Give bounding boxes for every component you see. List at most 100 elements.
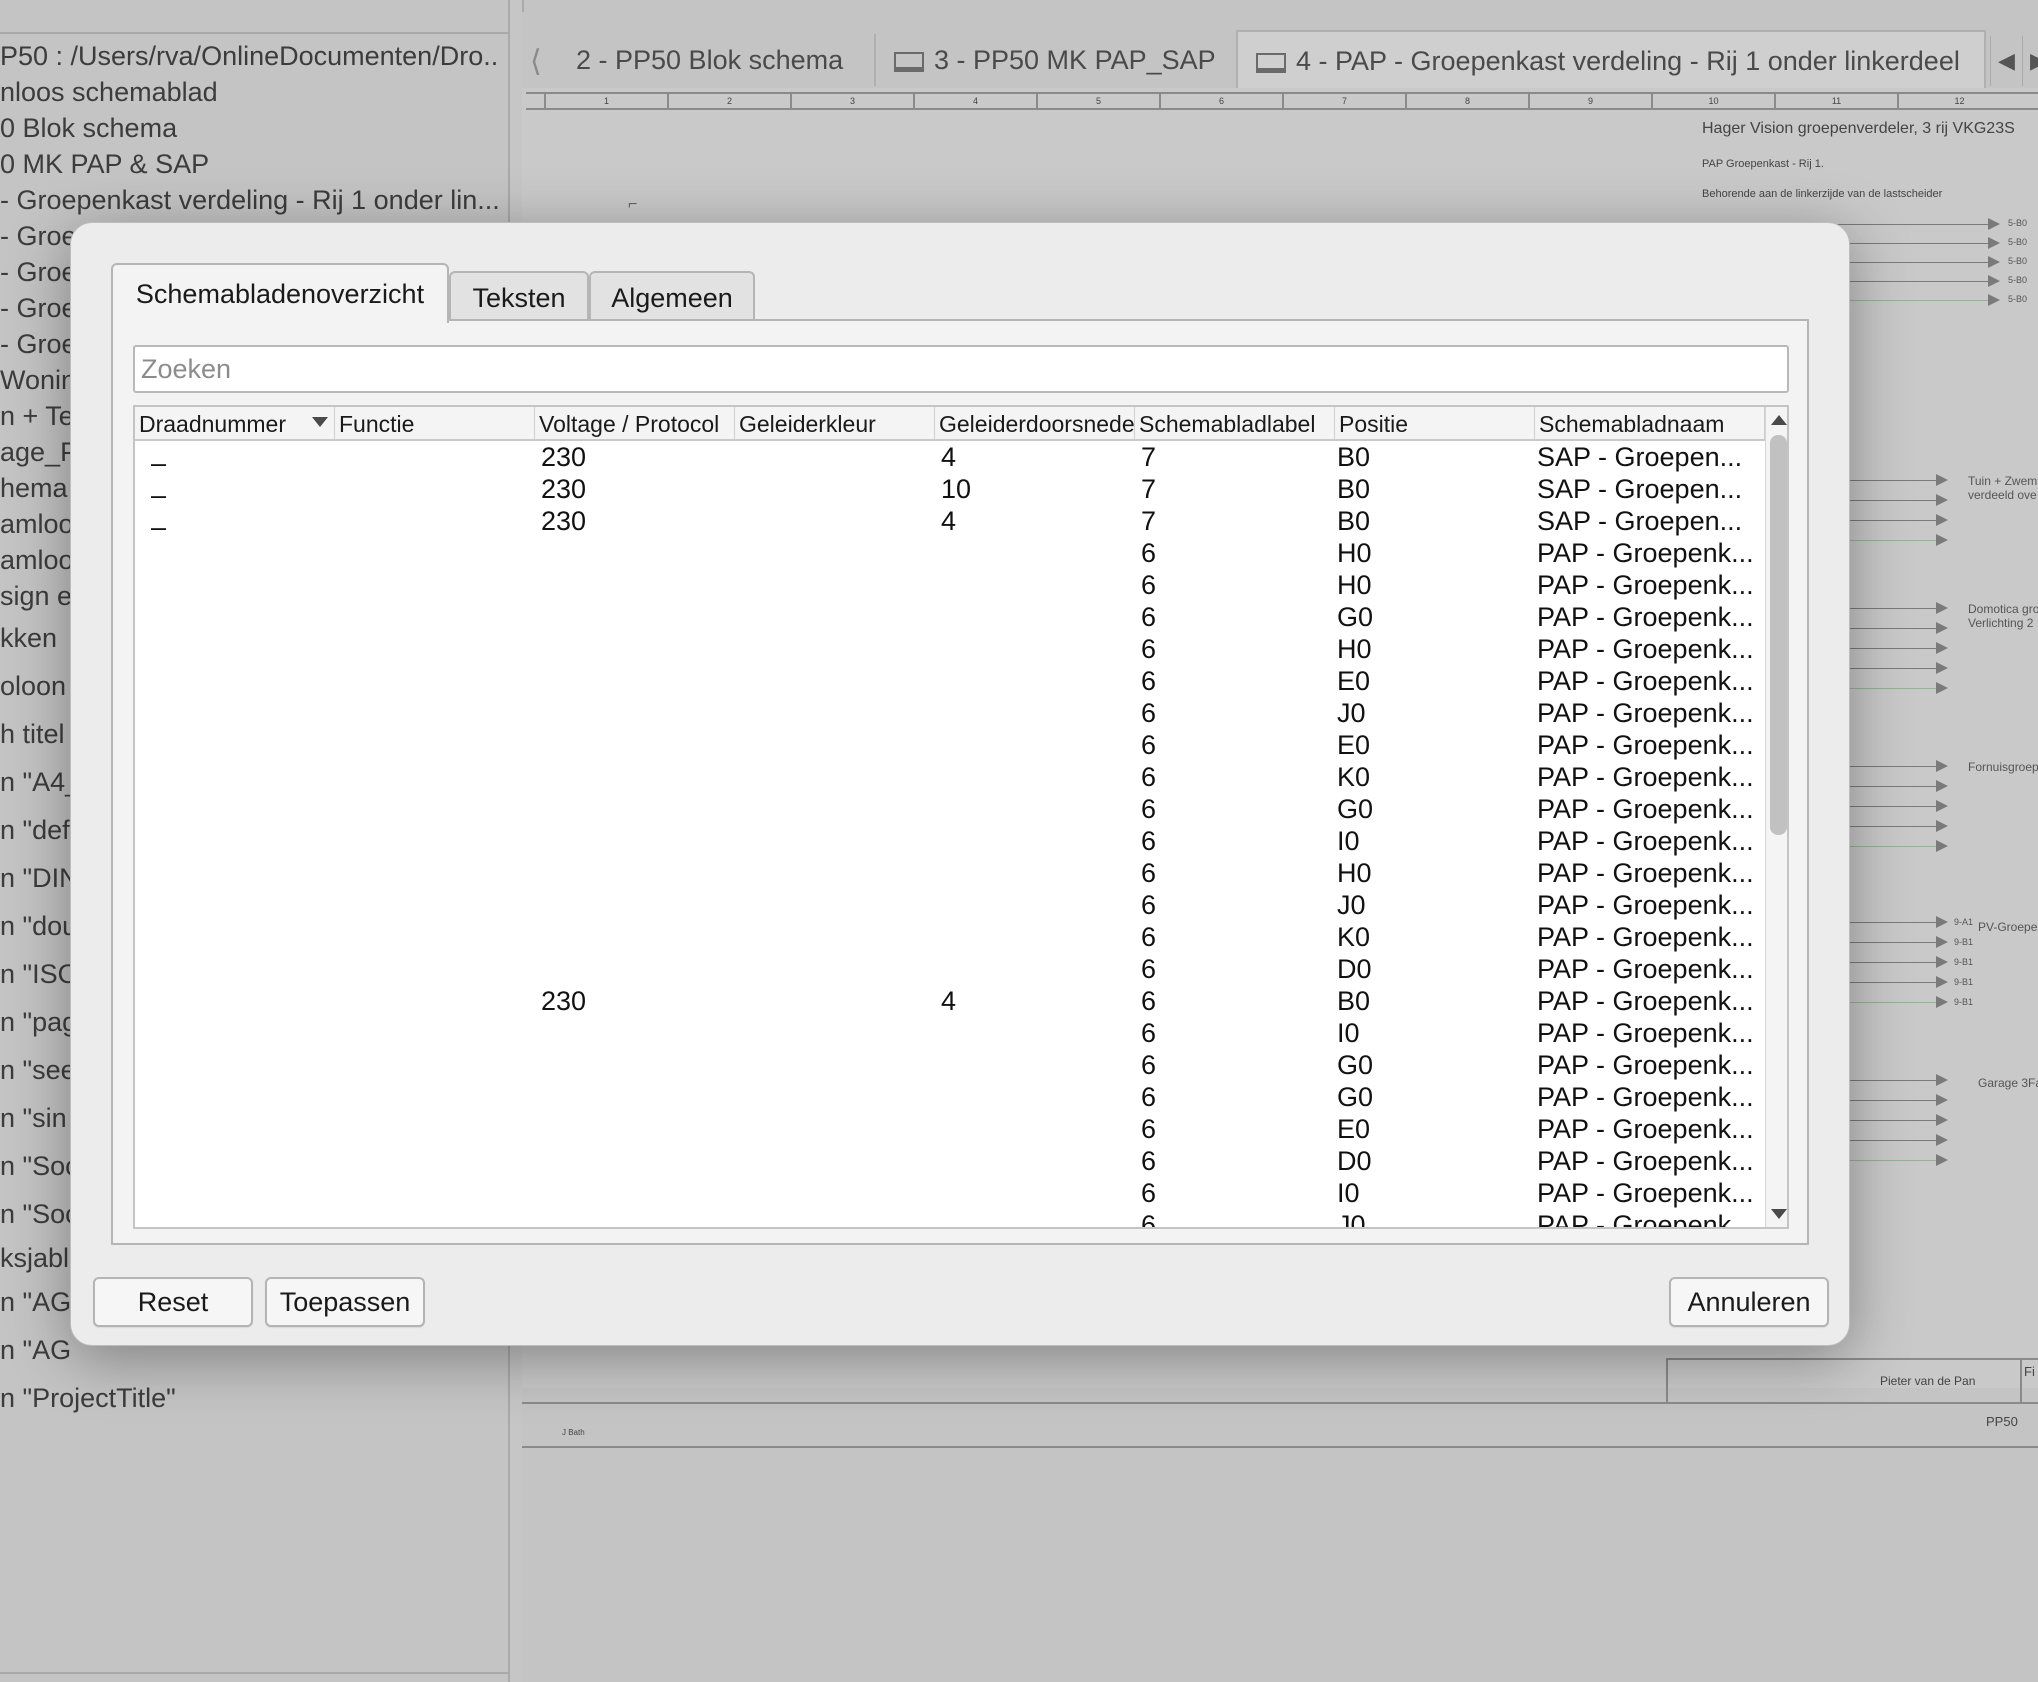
table-scrollbar[interactable] [1765, 407, 1787, 1227]
pv-wire-label: 9-B1 [1954, 957, 1974, 967]
table-row[interactable]: 230 4 6 B0 PAP - Groepenk... [135, 985, 1765, 1017]
wire-label: 5-B0 [2008, 275, 2028, 285]
table-row[interactable]: 6 E0 PAP - Groepenk... [135, 1113, 1765, 1145]
column-header-label: Schemabladnaam [1539, 411, 1725, 437]
table-row[interactable]: –230 10 7 B0 SAP - Groepen... [135, 473, 1765, 510]
wire-arrow-icon [1936, 682, 1948, 694]
doc-tab-mk-pap-sap[interactable]: 3 - PP50 MK PAP_SAP [874, 34, 1234, 86]
cancel-button[interactable]: Annuleren [1669, 1277, 1829, 1327]
tree-item[interactable]: - Groepenkast verdeling - Rij 1 onder li… [0, 182, 500, 218]
ruler-cell: 8 [1405, 94, 1528, 108]
col-schemabladlabel-header[interactable]: Schemabladlabel [1135, 407, 1335, 439]
table-row[interactable]: 6 I0 PAP - Groepenk... [135, 1017, 1765, 1049]
doc-tab-blok-schema[interactable]: 2 - PP50 Blok schema [558, 34, 861, 86]
schematic-overview-dialog: Schemabladenoverzicht Teksten Algemeen D… [70, 222, 1850, 1346]
col-schemabladnaam-cell: SAP - Groepen... [1537, 506, 1743, 536]
column-header-label: Draadnummer [139, 411, 286, 437]
col-positie-cell: I0 [1337, 1178, 1360, 1208]
table-row[interactable]: –230 4 7 B0 SAP - Groepen... [135, 505, 1765, 542]
scroll-up-icon[interactable] [1771, 415, 1787, 425]
col-functie-header[interactable]: Functie [335, 407, 535, 439]
col-geleiderdoorsnede-header[interactable]: Geleiderdoorsnede [935, 407, 1135, 439]
tree-item[interactable]: P50 : /Users/rva/OnlineDocumenten/Dro... [0, 38, 500, 74]
col-schemabladnaam-cell: PAP - Groepenk... [1537, 986, 1754, 1016]
col-schemabladnaam-cell: PAP - Groepenk... [1537, 1114, 1754, 1144]
tab-algemeen[interactable]: Algemeen [589, 271, 755, 321]
doc-tab-label: 2 - PP50 Blok schema [576, 45, 844, 75]
ruler-cell: 1 [544, 94, 667, 108]
pv-wire-label: 9-B1 [1954, 997, 1974, 1007]
table-row[interactable]: 6 G0 PAP - Groepenk... [135, 1081, 1765, 1113]
table-row[interactable]: 6 K0 PAP - Groepenk... [135, 921, 1765, 953]
col-schemabladnaam-cell: PAP - Groepenk... [1537, 794, 1754, 824]
col-schemabladnaam-cell: SAP - Groepen... [1537, 442, 1743, 472]
sheet-icon [894, 51, 924, 72]
tab-teksten[interactable]: Teksten [449, 271, 589, 321]
col-geleiderdoorsnede-cell: 4 [941, 442, 957, 472]
col-voltage-header[interactable]: Voltage / Protocol [535, 407, 735, 439]
col-positie-cell: H0 [1337, 858, 1372, 888]
sheet-title: Hager Vision groepenverdeler, 3 rij VKG2… [1702, 120, 2015, 137]
table-row[interactable]: 6 D0 PAP - Groepenk... [135, 953, 1765, 985]
apply-button[interactable]: Toepassen [265, 1277, 425, 1327]
scroll-thumb[interactable] [1770, 435, 1787, 835]
table-row[interactable]: 6 I0 PAP - Groepenk... [135, 1177, 1765, 1209]
col-positie-header[interactable]: Positie [1335, 407, 1535, 439]
first-tab-icon[interactable]: ⟨ [530, 44, 542, 79]
wire-label: 5-B0 [2008, 294, 2028, 304]
ruler-cell: 5 [1036, 94, 1159, 108]
wire-arrow-icon [1988, 256, 2000, 268]
sort-descending-icon[interactable] [312, 417, 328, 427]
tree-item[interactable]: n "ProjectTitle" [0, 1380, 500, 1416]
wire-label: 5-B0 [2008, 218, 2028, 228]
table-row[interactable]: 6 J0 PAP - Groepenk... [135, 889, 1765, 921]
table-row[interactable]: 6 G0 PAP - Groepenk... [135, 1049, 1765, 1081]
scroll-down-icon[interactable] [1771, 1209, 1787, 1219]
wire-label: 5-B0 [2008, 256, 2028, 266]
table-row[interactable]: 6 D0 PAP - Groepenk... [135, 1145, 1765, 1177]
table-row[interactable]: 6 I0 PAP - Groepenk... [135, 825, 1765, 857]
wire-arrow-icon [1936, 1074, 1948, 1086]
reset-button[interactable]: Reset [93, 1277, 253, 1327]
col-positie-cell: E0 [1337, 1114, 1371, 1144]
col-geleiderkleur-header[interactable]: Geleiderkleur [735, 407, 935, 439]
col-schemabladlabel-cell: 6 [1141, 1114, 1157, 1144]
table-row[interactable]: –230 4 7 B0 SAP - Groepen... [135, 441, 1765, 478]
col-schemabladnaam-header[interactable]: Schemabladnaam [1535, 407, 1765, 439]
search-input[interactable] [133, 345, 1789, 393]
ruler-cell: 2 [667, 94, 790, 108]
table-row[interactable]: 6 H0 PAP - Groepenk... [135, 633, 1765, 665]
col-schemabladlabel-cell: 6 [1141, 666, 1157, 696]
table-row[interactable]: 6 E0 PAP - Groepenk... [135, 729, 1765, 761]
table-row[interactable]: 6 G0 PAP - Groepenk... [135, 601, 1765, 633]
col-positie-cell: D0 [1337, 954, 1372, 984]
table-row[interactable]: 6 G0 PAP - Groepenk... [135, 793, 1765, 825]
tree-item[interactable]: 0 Blok schema [0, 110, 500, 146]
switch-symbol: ⌐ [628, 196, 638, 213]
tree-item[interactable]: nloos schemablad [0, 74, 500, 110]
col-schemabladnaam-cell: PAP - Groepenk... [1537, 602, 1754, 632]
tree-item[interactable]: 0 MK PAP & SAP [0, 146, 500, 182]
table-row[interactable]: 6 J0 PAP - Groepenk... [135, 697, 1765, 729]
table-row[interactable]: 6 H0 PAP - Groepenk... [135, 537, 1765, 569]
table-row[interactable]: 6 H0 PAP - Groepenk... [135, 857, 1765, 889]
table-row[interactable]: 6 H0 PAP - Groepenk... [135, 569, 1765, 601]
col-schemabladlabel-cell: 6 [1141, 954, 1157, 984]
col-positie-cell: E0 [1337, 666, 1371, 696]
tab-scroll-right-icon[interactable]: ▶ [2022, 36, 2038, 86]
col-positie-cell: B0 [1337, 506, 1371, 536]
doc-tab-groepenkast[interactable]: 4 - PAP - Groepenkast verdeling - Rij 1 … [1236, 30, 1986, 88]
table-row[interactable]: 6 K0 PAP - Groepenk... [135, 761, 1765, 793]
wire-arrow-icon [1936, 1154, 1948, 1166]
tab-schemabladenoverzicht[interactable]: Schemabladenoverzicht [111, 263, 449, 323]
tab-scroll-left-icon[interactable]: ◀ [1990, 36, 2022, 86]
col-voltage-cell: 230 [541, 442, 587, 472]
ruler-cell: 3 [790, 94, 913, 108]
col-schemabladlabel-cell: 7 [1141, 474, 1157, 504]
col-positie-cell: I0 [1337, 826, 1360, 856]
col-draadnummer-header[interactable]: Draadnummer [135, 407, 335, 439]
col-schemabladlabel-cell: 6 [1141, 922, 1157, 952]
table-row[interactable]: 6 E0 PAP - Groepenk... [135, 665, 1765, 697]
column-header-label: Functie [339, 411, 415, 437]
table-row[interactable]: 6 J0 PAP - Groepenk... [135, 1209, 1765, 1227]
